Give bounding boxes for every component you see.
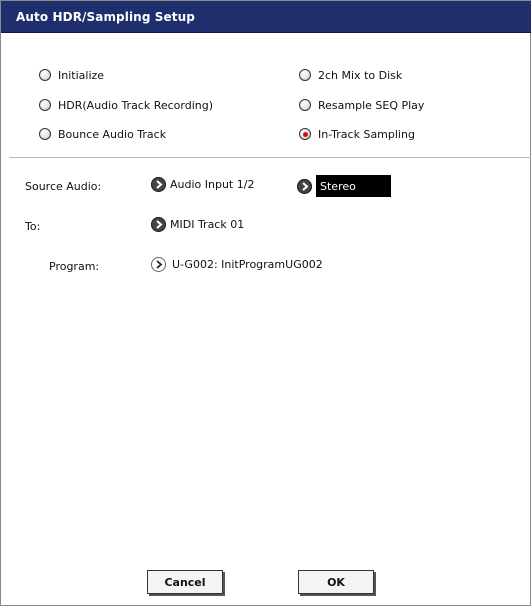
radio-hdr-audio-track-recording[interactable]: HDR(Audio Track Recording) xyxy=(39,96,213,114)
radio-circle-icon xyxy=(299,69,311,81)
popup-arrow-icon xyxy=(151,217,166,232)
dialog-title-bar: Auto HDR/Sampling Setup xyxy=(1,1,531,33)
radio-in-track-sampling[interactable]: In-Track Sampling xyxy=(299,125,415,143)
source-audio-input-popup[interactable]: Audio Input 1/2 xyxy=(151,177,254,192)
radio-resample-seq-play[interactable]: Resample SEQ Play xyxy=(299,96,424,114)
popup-arrow-icon xyxy=(297,178,312,194)
radio-label: In-Track Sampling xyxy=(318,127,415,141)
radio-label: HDR(Audio Track Recording) xyxy=(58,98,214,112)
radio-initialize[interactable]: Initialize xyxy=(39,66,104,84)
radio-label: Initialize xyxy=(58,68,105,82)
source-audio-mode-value: Stereo xyxy=(316,175,391,197)
dialog-title: Auto HDR/Sampling Setup xyxy=(16,10,195,24)
ok-button[interactable]: OK xyxy=(298,570,374,594)
radio-circle-icon xyxy=(39,69,51,81)
to-label: To: xyxy=(25,220,41,233)
radio-circle-icon xyxy=(299,99,311,111)
cancel-button[interactable]: Cancel xyxy=(147,570,223,594)
radio-selected-icon xyxy=(299,128,311,140)
source-audio-label: Source Audio: xyxy=(25,180,102,193)
to-track-popup[interactable]: MIDI Track 01 xyxy=(151,217,244,232)
auto-hdr-sampling-dialog: Auto HDR/Sampling Setup Initialize 2ch M… xyxy=(0,0,531,606)
radio-label: 2ch Mix to Disk xyxy=(318,68,403,82)
radio-circle-icon xyxy=(39,128,51,140)
radio-label: Bounce Audio Track xyxy=(58,127,167,141)
radio-circle-icon xyxy=(39,99,51,111)
source-audio-input-value: Audio Input 1/2 xyxy=(170,178,255,191)
radio-label: Resample SEQ Play xyxy=(318,98,425,112)
source-audio-mode-popup[interactable]: Stereo xyxy=(297,175,391,197)
to-track-value: MIDI Track 01 xyxy=(170,218,245,231)
radio-bounce-audio-track[interactable]: Bounce Audio Track xyxy=(39,125,166,143)
program-select-popup[interactable]: U-G002: InitProgramUG002 xyxy=(151,257,323,272)
popup-arrow-icon xyxy=(151,257,166,272)
program-label: Program: xyxy=(49,260,100,273)
popup-arrow-icon xyxy=(151,177,166,192)
program-value: U-G002: InitProgramUG002 xyxy=(172,258,323,271)
section-divider xyxy=(9,157,531,158)
radio-2ch-mix-to-disk[interactable]: 2ch Mix to Disk xyxy=(299,66,402,84)
